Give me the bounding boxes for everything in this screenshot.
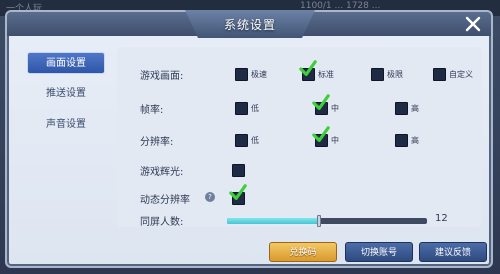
checkmark-icon <box>312 94 330 110</box>
players-label: 同屏人数: <box>140 217 184 228</box>
feedback-button[interactable]: 建议反馈 <box>419 242 487 262</box>
checkbox <box>235 102 248 115</box>
option-label: 高 <box>411 104 419 113</box>
checkbox <box>232 164 245 177</box>
close-button[interactable] <box>463 14 483 34</box>
option-label: 自定义 <box>449 70 473 79</box>
sidebar-item-sound[interactable]: 声音设置 <box>27 114 105 136</box>
option-label: 中 <box>331 136 339 145</box>
option-label: 低 <box>251 136 259 145</box>
checkbox <box>433 68 446 81</box>
graphics-label: 游戏画面: <box>140 71 184 82</box>
checkbox <box>371 68 384 81</box>
checkmark-icon <box>299 60 317 76</box>
checkbox <box>395 102 408 115</box>
option-label: 低 <box>251 104 259 113</box>
bloom-row: 游戏辉光: <box>117 161 482 181</box>
settings-sidebar: 画面设置 推送设置 声音设置 <box>27 52 113 145</box>
option-label: 极限 <box>387 70 403 79</box>
switch-account-button[interactable]: 切换账号 <box>345 242 413 262</box>
slider-fill <box>227 218 319 224</box>
help-icon[interactable]: ? <box>205 192 215 202</box>
framerate-label: 帧率: <box>140 105 164 116</box>
sidebar-item-graphics[interactable]: 画面设置 <box>27 52 105 74</box>
framerate-row: 帧率: 低 中 高 <box>117 94 482 119</box>
bloom-label: 游戏辉光: <box>140 167 184 178</box>
redeem-code-button[interactable]: 兑换码 <box>269 242 337 262</box>
checkbox <box>235 134 248 147</box>
slider-thumb[interactable] <box>317 215 321 227</box>
settings-dialog: 系统设置 画面设置 推送设置 声音设置 游戏画面: 极速 标准 极限 自定义 帧… <box>5 10 493 268</box>
dynamic-resolution-row: 动态分辨率 ? <box>117 184 482 209</box>
resolution-label: 分辨率: <box>140 137 174 148</box>
players-row: 同屏人数: 12 <box>117 211 482 231</box>
sidebar-item-push[interactable]: 推送设置 <box>27 83 105 105</box>
checkmark-icon <box>312 126 330 142</box>
settings-panel: 游戏画面: 极速 标准 极限 自定义 帧率: 低 中 高 分辨率: 低 中 高 … <box>117 47 482 228</box>
option-label: 极速 <box>251 70 267 79</box>
players-value: 12 <box>435 213 448 224</box>
graphics-row: 游戏画面: 极速 标准 极限 自定义 <box>117 60 482 85</box>
option-label: 中 <box>331 104 339 113</box>
checkbox <box>395 134 408 147</box>
option-label: 高 <box>411 136 419 145</box>
resolution-row: 分辨率: 低 中 高 <box>117 126 482 151</box>
checkbox <box>235 68 248 81</box>
dynamic-resolution-label: 动态分辨率 <box>140 195 190 206</box>
close-icon <box>465 16 481 32</box>
dialog-title: 系统设置 <box>223 18 276 32</box>
checkmark-icon <box>229 184 247 200</box>
option-label: 标准 <box>318 70 334 79</box>
players-slider[interactable] <box>227 215 427 227</box>
